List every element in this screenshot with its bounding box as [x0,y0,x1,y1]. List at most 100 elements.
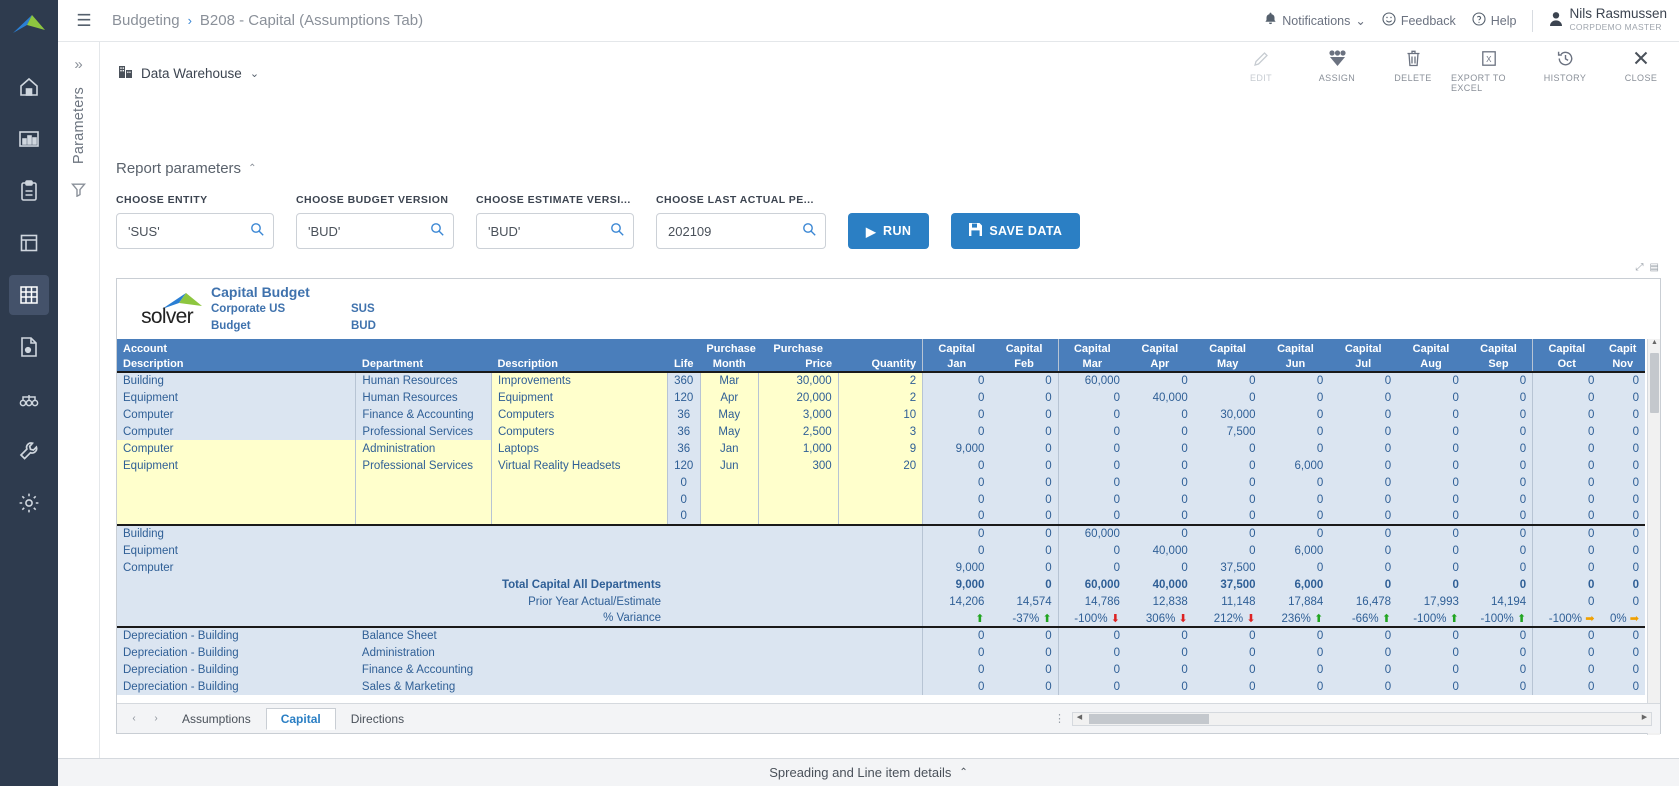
search-icon[interactable] [430,222,444,241]
summary-value[interactable]: 17,884 [1262,593,1330,610]
dep-pad[interactable] [667,678,700,695]
summary-pad[interactable] [758,525,838,542]
cell-department[interactable]: Finance & Accounting [356,406,492,423]
cell-capital-month[interactable]: 0 [923,491,991,508]
cell-quantity[interactable]: 9 [838,440,922,457]
dep-value[interactable]: 0 [990,678,1058,695]
sidebar-item-home[interactable] [9,67,49,107]
sidebar-item-tools[interactable] [9,431,49,471]
cell-account[interactable] [117,474,356,491]
help-button[interactable]: Help [1472,12,1517,29]
cell-capital-month[interactable]: 0 [1397,474,1465,491]
report-vertical-scrollbar[interactable]: ▲ ▼ [1647,339,1660,735]
summary-value[interactable]: 0 [923,525,991,542]
cell-department[interactable] [356,508,492,525]
cell-capital-month[interactable]: 30,000 [1194,406,1262,423]
table-row[interactable]: 000000000000 [117,474,1645,491]
cell-capital-month[interactable]: 0 [1533,440,1601,457]
cell-capital-month[interactable]: 0 [1600,508,1645,525]
summary-label[interactable] [117,593,356,610]
tab-assumptions[interactable]: Assumptions [167,708,266,730]
cell-capital-month[interactable]: 0 [1397,406,1465,423]
summary-pad[interactable] [700,542,758,559]
variance-blank[interactable] [117,610,356,627]
cell-capital-month[interactable]: 0 [990,423,1058,440]
cell-description[interactable] [491,491,667,508]
depreciation-row[interactable]: Depreciation - BuildingBalance Sheet0000… [117,627,1645,644]
cell-capital-month[interactable]: 0 [990,508,1058,525]
cell-capital-month[interactable]: 0 [923,457,991,474]
cell-purchase-price[interactable]: 30,000 [758,372,838,389]
table-row[interactable]: 000000000000 [117,491,1645,508]
dep-value[interactable]: 0 [1465,644,1533,661]
dep-value[interactable]: 0 [1533,678,1601,695]
cell-capital-month[interactable]: 0 [1533,508,1601,525]
depreciation-row[interactable]: Depreciation - BuildingSales & Marketing… [117,678,1645,695]
cell-capital-month[interactable]: 0 [923,372,991,389]
cell-capital-month[interactable]: 0 [1465,474,1533,491]
summary-label[interactable]: Building [117,525,356,542]
summary-value[interactable]: 0 [1600,525,1645,542]
dep-value[interactable]: 0 [1397,627,1465,644]
summary-value[interactable]: 0 [1533,576,1601,593]
user-menu[interactable]: Nils Rasmussen CorpDemo Master [1549,7,1667,33]
cell-capital-month[interactable]: 0 [1397,423,1465,440]
summary-pad[interactable] [667,559,700,576]
cell-capital-month[interactable]: 0 [1329,423,1397,440]
cell-capital-month[interactable]: 0 [1465,389,1533,406]
variance-cell[interactable]: 236% ⬆ [1262,610,1330,627]
summary-value[interactable]: 14,206 [923,593,991,610]
variance-cell[interactable]: -37% ⬆ [990,610,1058,627]
cell-purchase-price[interactable]: 20,000 [758,389,838,406]
summary-value[interactable]: 0 [1533,593,1601,610]
summary-value[interactable]: 0 [923,542,991,559]
cell-capital-month[interactable]: 0 [923,423,991,440]
dep-value[interactable]: 0 [1126,644,1194,661]
summary-pad[interactable] [667,576,700,593]
solver-logo-icon[interactable] [12,12,46,41]
cell-purchase-price[interactable] [758,474,838,491]
report-resize-handles[interactable]: ⤢ ▤ [1636,262,1659,273]
dep-pad[interactable] [491,678,667,695]
summary-value[interactable]: 0 [1397,542,1465,559]
cell-capital-month[interactable]: 0 [1194,508,1262,525]
dep-pad[interactable] [838,644,922,661]
delete-button[interactable]: DELETE [1375,48,1451,83]
cell-capital-month[interactable]: 0 [923,389,991,406]
dep-value[interactable]: 0 [1600,678,1645,695]
dep-pad[interactable] [667,661,700,678]
cell-capital-month[interactable]: 0 [1600,457,1645,474]
summary-value[interactable]: 0 [1194,525,1262,542]
hscroll-left-arrow[interactable]: ◀ [1073,713,1086,725]
summary-value[interactable]: 0 [1329,542,1397,559]
sidebar-item-modules[interactable] [9,379,49,419]
summary-pad[interactable] [667,525,700,542]
cell-capital-month[interactable]: 0 [1329,406,1397,423]
cell-capital-month[interactable]: 0 [1262,423,1330,440]
tab-capital[interactable]: Capital [266,708,336,730]
breadcrumb-root[interactable]: Budgeting [112,12,180,29]
cell-description[interactable]: Laptops [491,440,667,457]
summary-value[interactable]: 0 [990,542,1058,559]
summary-row[interactable]: Computer9,00000037,500000000 [117,559,1645,576]
summary-pad[interactable] [758,593,838,610]
summary-value[interactable]: 60,000 [1058,576,1126,593]
cell-capital-month[interactable]: 0 [1262,372,1330,389]
cell-capital-month[interactable]: 0 [1600,474,1645,491]
cell-quantity[interactable] [838,491,922,508]
run-button[interactable]: ▶ RUN [848,213,929,249]
dep-value[interactable]: 0 [923,644,991,661]
cell-account[interactable] [117,508,356,525]
summary-value[interactable]: 9,000 [923,576,991,593]
cell-capital-month[interactable]: 0 [1600,491,1645,508]
edit-button[interactable]: EDIT [1223,48,1299,83]
summary-center-label[interactable] [356,525,667,542]
cell-description[interactable] [491,508,667,525]
summary-pad[interactable] [758,559,838,576]
variance-pad[interactable] [758,610,838,627]
variance-cell[interactable]: -100% ➡ [1533,610,1601,627]
summary-value[interactable]: 40,000 [1126,542,1194,559]
cell-purchase-price[interactable] [758,491,838,508]
sidebar-item-data-entry[interactable] [9,327,49,367]
summary-value[interactable]: 0 [1329,525,1397,542]
